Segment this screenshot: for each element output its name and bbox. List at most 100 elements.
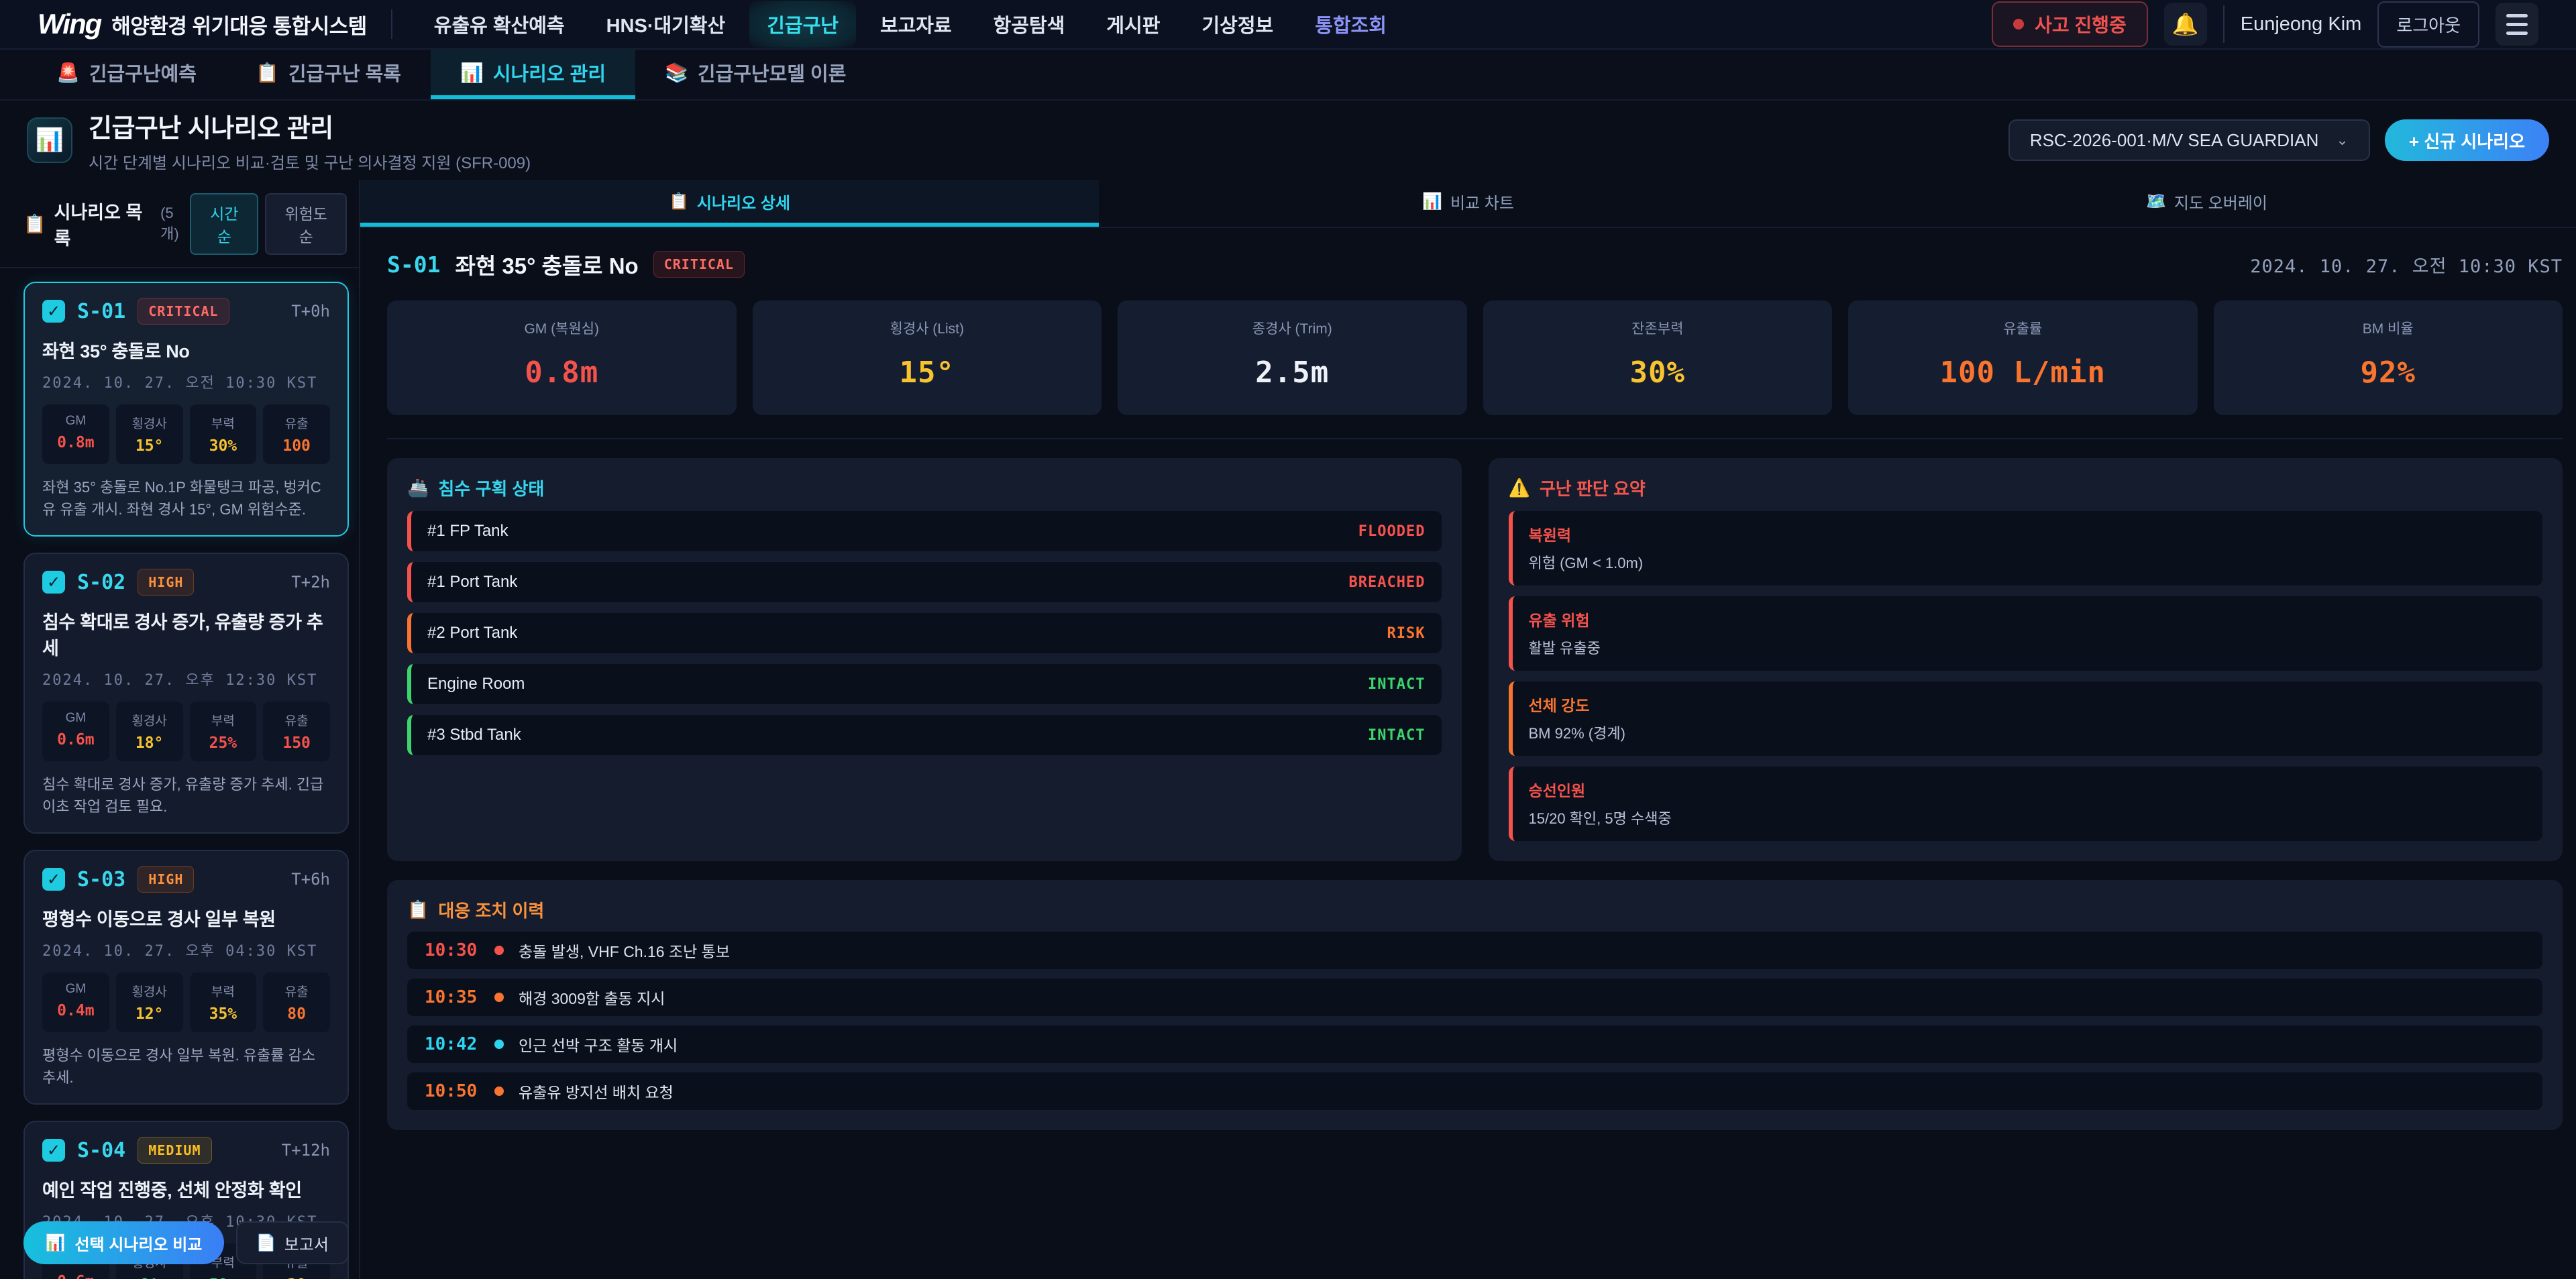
hamburger-menu-button[interactable]: [2496, 3, 2538, 46]
metric-value: 92%: [2220, 355, 2557, 390]
scenario-metrics: GM0.6m횡경사18°부력25%유출150: [42, 702, 330, 761]
scenario-datetime: 2024. 10. 27. 오후 04:30 KST: [42, 939, 330, 960]
detail-tab-지도 오버레이[interactable]: 🗺️지도 오버레이: [1837, 180, 2576, 227]
nav-item-보고자료[interactable]: 보고자료: [863, 1, 969, 48]
scenario-checkbox[interactable]: ✓: [42, 1139, 65, 1162]
scenario-checkbox[interactable]: ✓: [42, 868, 65, 891]
response-history-panel: 📋 대응 조치 이력 10:30충돌 발생, VHF Ch.16 조난 통보10…: [387, 880, 2563, 1130]
page-titles: 긴급구난 시나리오 관리 시간 단계별 시나리오 비교·검토 및 구난 의사결정…: [89, 107, 531, 173]
metric-label: 잔존부력: [1490, 318, 1826, 338]
nav-item-기상정보[interactable]: 기상정보: [1184, 1, 1291, 48]
metric-value: 100: [266, 437, 327, 455]
compare-scenarios-button[interactable]: 📊 선택 시나리오 비교: [23, 1221, 224, 1264]
metric-box: 부력25%: [190, 702, 257, 761]
tank-status: INTACT: [1368, 676, 1425, 693]
tab-긴급구난예측[interactable]: 🚨긴급구난예측: [27, 50, 226, 99]
card-header: ✓S-02HIGHT+2h: [42, 569, 330, 596]
metric-value: 2.5m: [1124, 355, 1460, 390]
timeline-event: 10:50유출유 방지선 배치 요청: [407, 1072, 2542, 1110]
timeline-event: 10:35해경 3009함 출동 지시: [407, 979, 2542, 1016]
incident-status-label: 사고 진행중: [2035, 11, 2127, 38]
scenario-card-S-01[interactable]: ✓S-01CRITICALT+0h좌현 35° 충돌로 No2024. 10. …: [23, 282, 349, 537]
detail-metrics: GM (복원심)0.8m횡경사 (List)15°종경사 (Trim)2.5m잔…: [387, 300, 2563, 439]
page-title: 긴급구난 시나리오 관리: [89, 107, 531, 144]
scenario-list: ✓S-01CRITICALT+0h좌현 35° 충돌로 No2024. 10. …: [0, 268, 359, 1279]
tank-name: Engine Room: [427, 675, 525, 693]
tab-긴급구난모델 이론[interactable]: 📚긴급구난모델 이론: [635, 50, 875, 99]
summary-panel-title: ⚠️ 구난 판단 요약: [1509, 476, 2543, 500]
tab-label: 긴급구난모델 이론: [698, 58, 847, 87]
summary-list: 복원력위험 (GM < 1.0m) 유출 위험활발 유출중선체 강도 BM 92% …: [1509, 511, 2543, 841]
logout-button[interactable]: 로그아웃: [2377, 1, 2479, 48]
sort-by-time-button[interactable]: 시간순: [190, 193, 258, 255]
nav-item-항공탐색[interactable]: 항공탐색: [976, 1, 1083, 48]
scenario-id: S-01: [77, 300, 125, 323]
summary-label: 유출 위험: [1529, 608, 2527, 630]
metric-value: 30: [266, 1276, 327, 1279]
page-subtitle: 시간 단계별 시나리오 비교·검토 및 구난 의사결정 지원 (SFR-009): [89, 150, 531, 173]
metric-value: 12°: [119, 1005, 180, 1023]
nav-item-통합조회[interactable]: 통합조회: [1297, 1, 1404, 48]
summary-label: 승선인원: [1529, 778, 2527, 801]
event-text: 충돌 발생, VHF Ch.16 조난 통보: [519, 939, 730, 962]
notifications-button[interactable]: 🔔: [2164, 3, 2207, 46]
summary-row: 유출 위험활발 유출중: [1509, 596, 2543, 671]
scenario-card-S-03[interactable]: ✓S-03HIGHT+6h평형수 이동으로 경사 일부 복원2024. 10. …: [23, 850, 349, 1105]
tab-시나리오 관리[interactable]: 📊시나리오 관리: [431, 50, 635, 99]
metric-label: 유출: [266, 982, 327, 1000]
metric-label: BM 비율: [2220, 318, 2557, 338]
nav-item-HNS·대기확산[interactable]: HNS·대기확산: [589, 1, 743, 48]
detail-tab-시나리오 상세[interactable]: 📋시나리오 상세: [360, 180, 1099, 227]
sidebar-header: 📋 시나리오 목록 (5개) 시간순 위험도순: [0, 180, 359, 268]
metric-box: 횡경사18°: [116, 702, 183, 761]
logo-mark: Wing: [38, 8, 101, 40]
module-tabbar: 🚨긴급구난예측📋긴급구난 목록📊시나리오 관리📚긴급구난모델 이론: [0, 50, 2576, 101]
metric-value: 35%: [193, 1005, 254, 1023]
event-dot-icon: [494, 993, 504, 1002]
scenario-card-S-02[interactable]: ✓S-02HIGHT+2h침수 확대로 경사 증가, 유출량 증가 추세2024…: [23, 553, 349, 834]
incident-dot-icon: [2013, 19, 2024, 30]
tab-label: 긴급구난 목록: [288, 58, 401, 87]
event-text: 유출유 방지선 배치 요청: [519, 1080, 674, 1103]
summary-detail: BM 92% (경계): [1529, 722, 2527, 743]
metric-label: 횡경사: [119, 414, 180, 432]
metric-label: 유출: [266, 414, 327, 432]
detail-metric-box: 종경사 (Trim)2.5m: [1118, 300, 1467, 415]
summary-label: 선체 강도: [1529, 693, 2527, 716]
tab-label: 시나리오 상세: [697, 190, 790, 213]
navbar-right: 사고 진행중 🔔 Eunjeong Kim 로그아웃: [1992, 1, 2538, 48]
metric-box: 유출80: [263, 972, 330, 1032]
nav-item-게시판[interactable]: 게시판: [1089, 1, 1177, 48]
metric-box: 횡경사15°: [116, 404, 183, 464]
metric-value: 0.8m: [45, 434, 107, 451]
sort-by-risk-button[interactable]: 위험도순: [265, 193, 347, 255]
scenario-id: S-03: [77, 868, 125, 891]
tank-status-panel: 🚢 침수 구획 상태 #1 FP TankFLOODED#1 Port Tank…: [387, 458, 1462, 861]
report-button[interactable]: 📄 보고서: [236, 1221, 349, 1264]
case-select-dropdown[interactable]: RSC-2026-001·M/V SEA GUARDIAN ⌄: [2008, 119, 2370, 161]
detail-tabbar: 📋시나리오 상세📊비교 차트🗺️지도 오버레이: [360, 180, 2576, 228]
scenario-checkbox[interactable]: ✓: [42, 300, 65, 323]
new-scenario-button[interactable]: + 신규 시나리오: [2385, 119, 2549, 161]
summary-row: 복원력위험 (GM < 1.0m): [1509, 511, 2543, 586]
tab-긴급구난 목록[interactable]: 📋긴급구난 목록: [226, 50, 431, 99]
scenario-datetime: 2024. 10. 27. 오전 10:30 KST: [42, 371, 330, 392]
card-header: ✓S-03HIGHT+6h: [42, 866, 330, 893]
scenario-count: (5개): [160, 205, 190, 243]
scenario-detail: S-01 좌현 35° 충돌로 No CRITICAL 2024. 10. 27…: [360, 228, 2576, 1279]
metric-label: 횡경사: [119, 711, 180, 729]
app-title: 해양환경 위기대응 통합시스템: [111, 9, 367, 40]
summary-detail: 활발 유출중: [1529, 636, 2527, 658]
metric-value: 15°: [759, 355, 1095, 390]
metric-value: 100 L/min: [1855, 355, 2191, 390]
tank-row: #3 Stbd TankINTACT: [407, 715, 1442, 755]
nav-item-긴급구난[interactable]: 긴급구난: [749, 1, 856, 48]
detail-tab-비교 차트[interactable]: 📊비교 차트: [1099, 180, 1837, 227]
scenario-id: S-02: [77, 571, 125, 594]
scenario-checkbox[interactable]: ✓: [42, 571, 65, 594]
nav-item-유출유 확산예측[interactable]: 유출유 확산예측: [417, 1, 582, 48]
event-time: 10:35: [425, 987, 494, 1007]
metric-value: 8°: [119, 1276, 180, 1279]
tank-status: INTACT: [1368, 727, 1425, 744]
document-icon: 📄: [256, 1233, 276, 1253]
